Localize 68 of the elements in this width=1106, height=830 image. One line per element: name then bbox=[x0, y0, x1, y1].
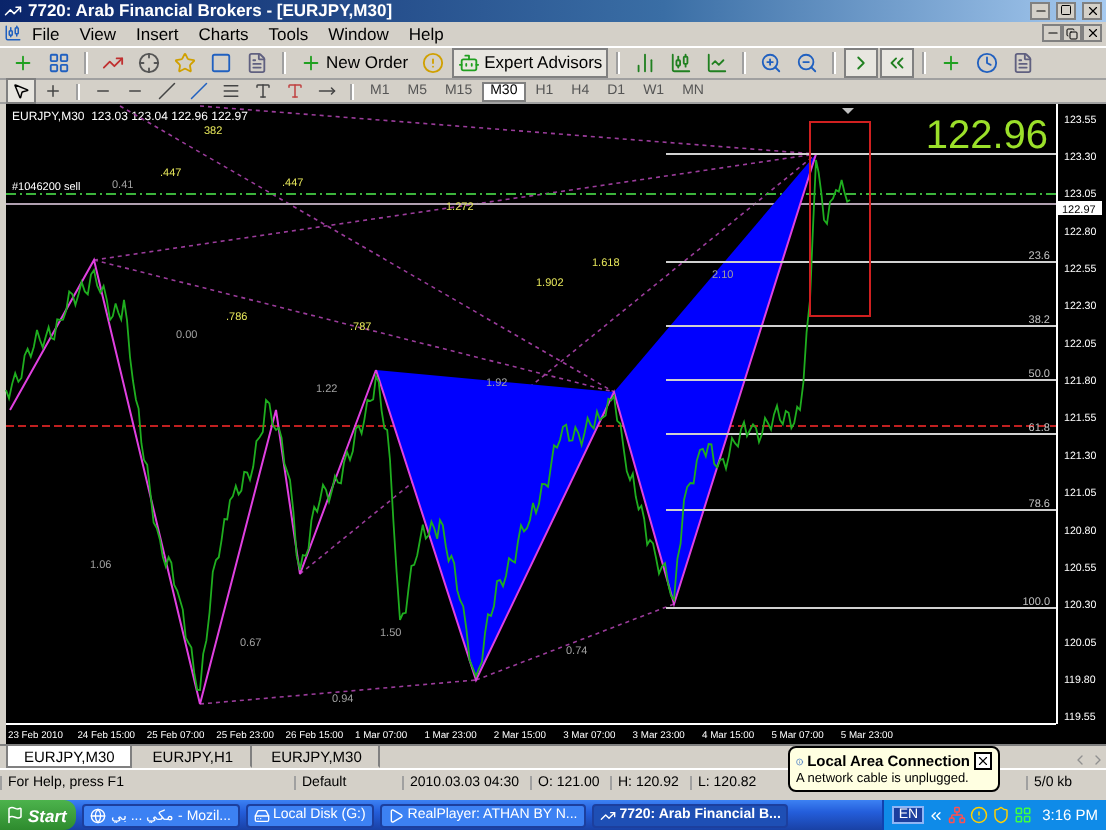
bid-price-display: 122.96 bbox=[925, 114, 1048, 159]
app-icon bbox=[599, 807, 616, 823]
marker-icon bbox=[842, 108, 854, 115]
expand-tray-icon bbox=[928, 807, 945, 823]
app-icon bbox=[387, 807, 404, 823]
document-icon bbox=[246, 51, 268, 74]
menu-item[interactable]: Tools bbox=[258, 23, 319, 44]
panel-icon bbox=[210, 51, 232, 74]
scroll-right-icon bbox=[1090, 752, 1106, 769]
menu-item[interactable]: Help bbox=[398, 23, 454, 44]
close-button[interactable] bbox=[974, 752, 992, 770]
new-order-button[interactable]: New Order bbox=[294, 47, 415, 78]
close-icon bbox=[976, 754, 990, 768]
fibonacci-icon bbox=[222, 82, 240, 101]
channel-icon bbox=[190, 82, 208, 101]
maximize-icon bbox=[1060, 4, 1072, 17]
menu-item[interactable]: File bbox=[22, 23, 70, 44]
maximize-button[interactable] bbox=[1056, 1, 1076, 20]
robot-icon bbox=[458, 51, 481, 74]
scroll-left-icon bbox=[1072, 752, 1088, 769]
chart-window-icon bbox=[4, 24, 22, 43]
auto-scroll-button[interactable] bbox=[844, 47, 879, 78]
arrows-icon bbox=[318, 82, 336, 101]
shield-icon bbox=[992, 806, 1011, 824]
menu-item[interactable]: Window bbox=[318, 23, 399, 44]
expert-advisors-button[interactable]: Expert Advisors bbox=[452, 47, 609, 78]
bar-chart-icon bbox=[634, 51, 657, 74]
template-icon bbox=[1012, 51, 1035, 74]
app-icon bbox=[90, 807, 107, 823]
candlestick-icon bbox=[670, 51, 693, 74]
new-chart-icon bbox=[12, 51, 34, 74]
cursor-icon bbox=[12, 82, 30, 101]
window-title: 7720: Arab Financial Brokers - [EURJPY,M30] bbox=[28, 0, 395, 21]
info-icon bbox=[796, 753, 804, 769]
chart-shift-icon bbox=[886, 51, 909, 74]
minimize-button[interactable] bbox=[1042, 24, 1062, 43]
windows-flag-icon bbox=[6, 806, 24, 824]
restore-icon bbox=[1066, 27, 1078, 40]
plus-icon bbox=[300, 51, 322, 74]
restore-button[interactable] bbox=[1062, 24, 1082, 43]
trendline-icon bbox=[158, 82, 176, 101]
app-icon bbox=[253, 807, 269, 823]
text-icon bbox=[254, 82, 272, 101]
clock-icon bbox=[976, 51, 999, 74]
app-icon bbox=[4, 1, 22, 20]
zoom-out-icon bbox=[796, 51, 819, 74]
minimize-button[interactable] bbox=[1030, 1, 1050, 20]
crosshair-icon bbox=[44, 82, 62, 101]
network-icon bbox=[948, 806, 967, 824]
cursor-button[interactable] bbox=[6, 78, 36, 105]
close-button[interactable] bbox=[1082, 24, 1102, 43]
label-icon bbox=[286, 82, 304, 101]
indicator-icon bbox=[940, 51, 963, 74]
line-chart-icon bbox=[706, 51, 729, 74]
close-icon bbox=[1085, 3, 1099, 18]
star-icon bbox=[174, 51, 196, 74]
zoom-in-icon bbox=[760, 51, 783, 74]
close-icon bbox=[1085, 26, 1099, 41]
crosshair-icon bbox=[138, 51, 160, 74]
warning-icon bbox=[970, 806, 989, 824]
menu-item[interactable]: Insert bbox=[125, 23, 189, 44]
close-button[interactable] bbox=[1082, 1, 1102, 20]
tray-app-icon bbox=[1014, 806, 1033, 824]
chart-shift-button[interactable] bbox=[880, 47, 915, 78]
menu-item[interactable]: View bbox=[69, 23, 126, 44]
menu-item[interactable]: Charts bbox=[188, 23, 259, 44]
alert-icon bbox=[422, 51, 445, 74]
windows-icon bbox=[48, 51, 70, 74]
